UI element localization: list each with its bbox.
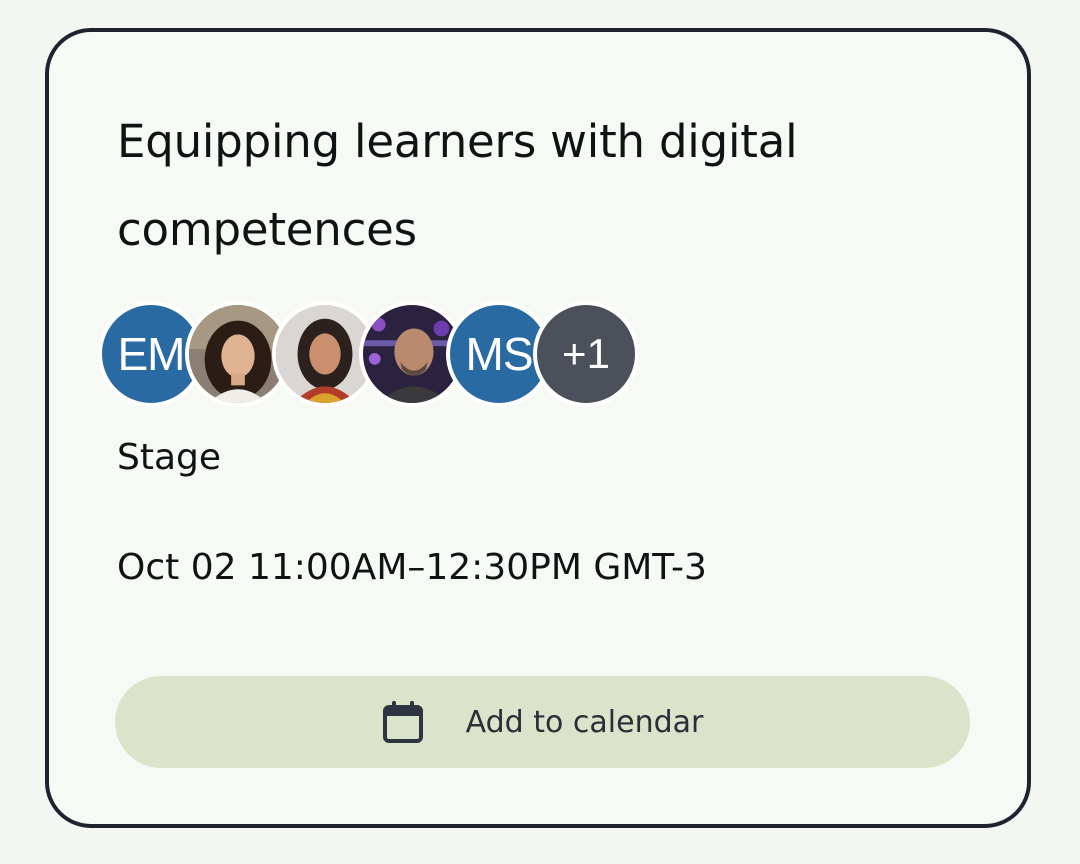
event-location: Stage <box>117 437 222 478</box>
event-card[interactable]: Equipping learners with digital competen… <box>45 28 1031 828</box>
add-to-calendar-label: Add to calendar <box>465 704 704 740</box>
avatar-initials: EM <box>117 328 186 380</box>
calendar-icon <box>382 700 424 744</box>
speaker-avatars[interactable]: EM MS +1 <box>98 301 658 407</box>
more-speakers-badge[interactable]: +1 <box>533 301 639 407</box>
add-to-calendar-button[interactable]: Add to calendar <box>115 676 970 768</box>
avatar-initials: MS <box>465 328 534 380</box>
event-datetime: Oct 02 11:00AM–12:30PM GMT-3 <box>117 547 707 588</box>
more-speakers-count: +1 <box>562 330 610 377</box>
event-title: Equipping learners with digital competen… <box>117 115 798 256</box>
